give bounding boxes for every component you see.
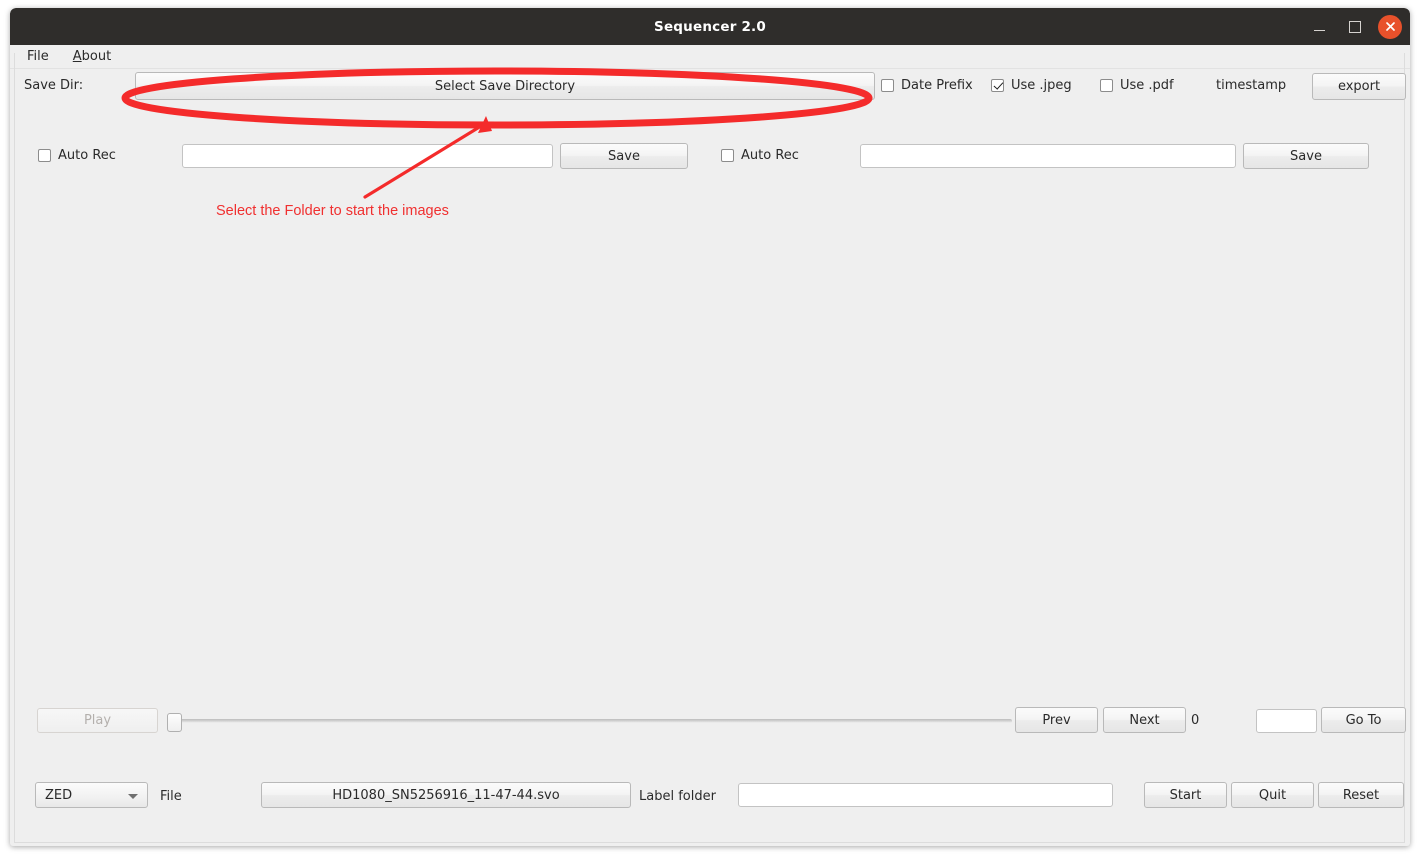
start-button[interactable]: Start bbox=[1144, 782, 1227, 808]
label-folder-label: Label folder bbox=[639, 789, 716, 804]
use-pdf-checkbox-box[interactable] bbox=[1100, 79, 1113, 92]
timeline-slider[interactable] bbox=[167, 708, 1012, 733]
menu-bar: File About bbox=[10, 45, 1410, 69]
auto-rec-right-checkbox-box[interactable] bbox=[721, 149, 734, 162]
file-name-button[interactable]: HD1080_SN5256916_11-47-44.svo bbox=[261, 782, 631, 808]
auto-rec-input-right[interactable] bbox=[860, 144, 1236, 168]
maximize-icon[interactable] bbox=[1342, 14, 1368, 40]
menu-item-file[interactable]: File bbox=[24, 47, 52, 66]
goto-input[interactable] bbox=[1256, 709, 1317, 733]
use-jpeg-checkbox[interactable]: Use .jpeg bbox=[991, 78, 1072, 93]
play-button[interactable]: Play bbox=[37, 708, 158, 733]
file-label: File bbox=[160, 789, 182, 804]
auto-rec-input-left[interactable] bbox=[182, 144, 553, 168]
playback-row: Play Prev Next 0 Go To bbox=[10, 704, 1410, 744]
date-prefix-checkbox-box[interactable] bbox=[881, 79, 894, 92]
save-button-left[interactable]: Save bbox=[560, 143, 688, 169]
minimize-icon[interactable] bbox=[1306, 14, 1332, 40]
reset-button[interactable]: Reset bbox=[1318, 782, 1404, 808]
timestamp-label: timestamp bbox=[1216, 78, 1287, 93]
export-button[interactable]: export bbox=[1312, 73, 1406, 100]
source-dropdown-label: ZED bbox=[45, 787, 73, 803]
use-pdf-label: Use .pdf bbox=[1120, 78, 1174, 93]
date-prefix-checkbox[interactable]: Date Prefix bbox=[881, 78, 973, 93]
bottom-row: ZED File HD1080_SN5256916_11-47-44.svo L… bbox=[10, 778, 1410, 820]
use-jpeg-checkbox-box[interactable] bbox=[991, 79, 1004, 92]
auto-rec-row: Auto Rec Save Auto Rec Save bbox=[10, 140, 1410, 172]
auto-rec-left-label: Auto Rec bbox=[58, 148, 116, 163]
title-bar: Sequencer 2.0 bbox=[10, 8, 1410, 45]
application-window: Sequencer 2.0 File About Save Dir: Selec… bbox=[10, 8, 1410, 846]
go-to-button[interactable]: Go To bbox=[1321, 707, 1406, 733]
auto-rec-checkbox-left[interactable]: Auto Rec bbox=[38, 148, 116, 163]
save-directory-row: Save Dir: Select Save Directory Date Pre… bbox=[10, 68, 1410, 104]
date-prefix-label: Date Prefix bbox=[901, 78, 973, 93]
timeline-slider-track[interactable] bbox=[173, 719, 1012, 723]
prev-button[interactable]: Prev bbox=[1015, 707, 1098, 733]
save-dir-label: Save Dir: bbox=[24, 78, 84, 93]
save-button-right[interactable]: Save bbox=[1243, 143, 1369, 169]
label-folder-input[interactable] bbox=[738, 783, 1113, 807]
close-icon[interactable] bbox=[1378, 14, 1402, 39]
window-title: Sequencer 2.0 bbox=[654, 18, 766, 35]
menu-item-about-mnemonic: A bbox=[72, 49, 82, 64]
next-button[interactable]: Next bbox=[1103, 707, 1186, 733]
select-save-directory-button[interactable]: Select Save Directory bbox=[135, 72, 875, 100]
window-controls bbox=[1306, 8, 1402, 45]
menu-item-about[interactable]: About bbox=[70, 47, 114, 66]
auto-rec-checkbox-right[interactable]: Auto Rec bbox=[721, 148, 799, 163]
chevron-down-icon bbox=[128, 794, 138, 799]
auto-rec-right-label: Auto Rec bbox=[741, 148, 799, 163]
quit-button[interactable]: Quit bbox=[1231, 782, 1314, 808]
timeline-slider-handle[interactable] bbox=[167, 713, 182, 732]
auto-rec-left-checkbox-box[interactable] bbox=[38, 149, 51, 162]
use-pdf-checkbox[interactable]: Use .pdf bbox=[1100, 78, 1174, 93]
source-dropdown[interactable]: ZED bbox=[35, 782, 148, 808]
use-jpeg-label: Use .jpeg bbox=[1011, 78, 1072, 93]
frame-counter: 0 bbox=[1191, 713, 1200, 728]
menu-item-about-rest: bout bbox=[81, 49, 112, 64]
